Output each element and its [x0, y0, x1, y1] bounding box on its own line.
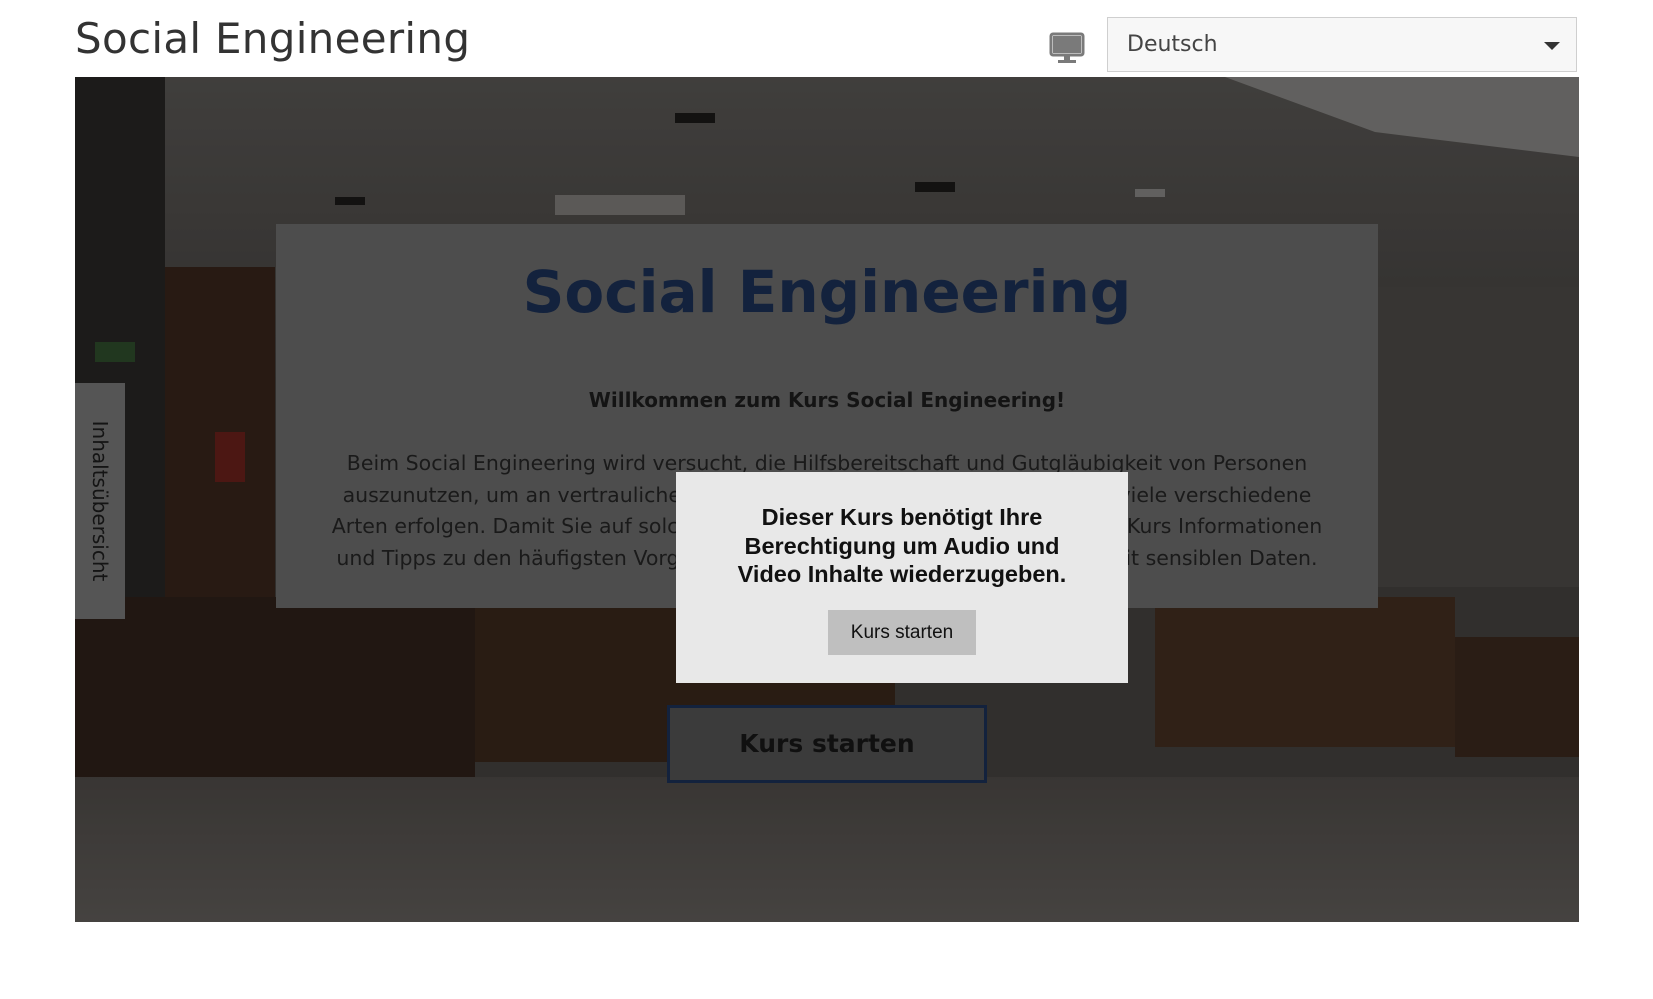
desktop-monitor-icon[interactable]	[1049, 32, 1085, 64]
toc-tab[interactable]: Inhaltsübersicht	[75, 383, 125, 619]
permission-dialog: Dieser Kurs benötigt Ihre Berechtigung u…	[676, 472, 1128, 683]
permission-message: Dieser Kurs benötigt Ihre Berechtigung u…	[696, 503, 1108, 589]
permission-message-line: Berechtigung um Audio und	[744, 532, 1060, 559]
language-select-value: Deutsch	[1127, 32, 1218, 57]
toc-tab-label: Inhaltsübersicht	[88, 420, 112, 582]
course-stage: Inhaltsübersicht Social Engineering Will…	[75, 77, 1579, 922]
intro-subtitle: Willkommen zum Kurs Social Engineering!	[588, 388, 1066, 412]
permission-message-line: Dieser Kurs benötigt Ihre	[761, 504, 1043, 530]
start-course-button[interactable]: Kurs starten	[667, 705, 987, 783]
language-select[interactable]: Deutsch	[1107, 17, 1577, 72]
permission-message-line: Video Inhalte wiederzugeben.	[737, 561, 1067, 587]
intro-title: Social Engineering	[522, 258, 1132, 326]
caret-down-icon	[1544, 42, 1560, 50]
start-course-button-label: Kurs starten	[739, 729, 915, 758]
page-title: Social Engineering	[75, 14, 471, 63]
permission-start-button-label: Kurs starten	[850, 622, 954, 643]
permission-start-button[interactable]: Kurs starten	[828, 610, 976, 655]
